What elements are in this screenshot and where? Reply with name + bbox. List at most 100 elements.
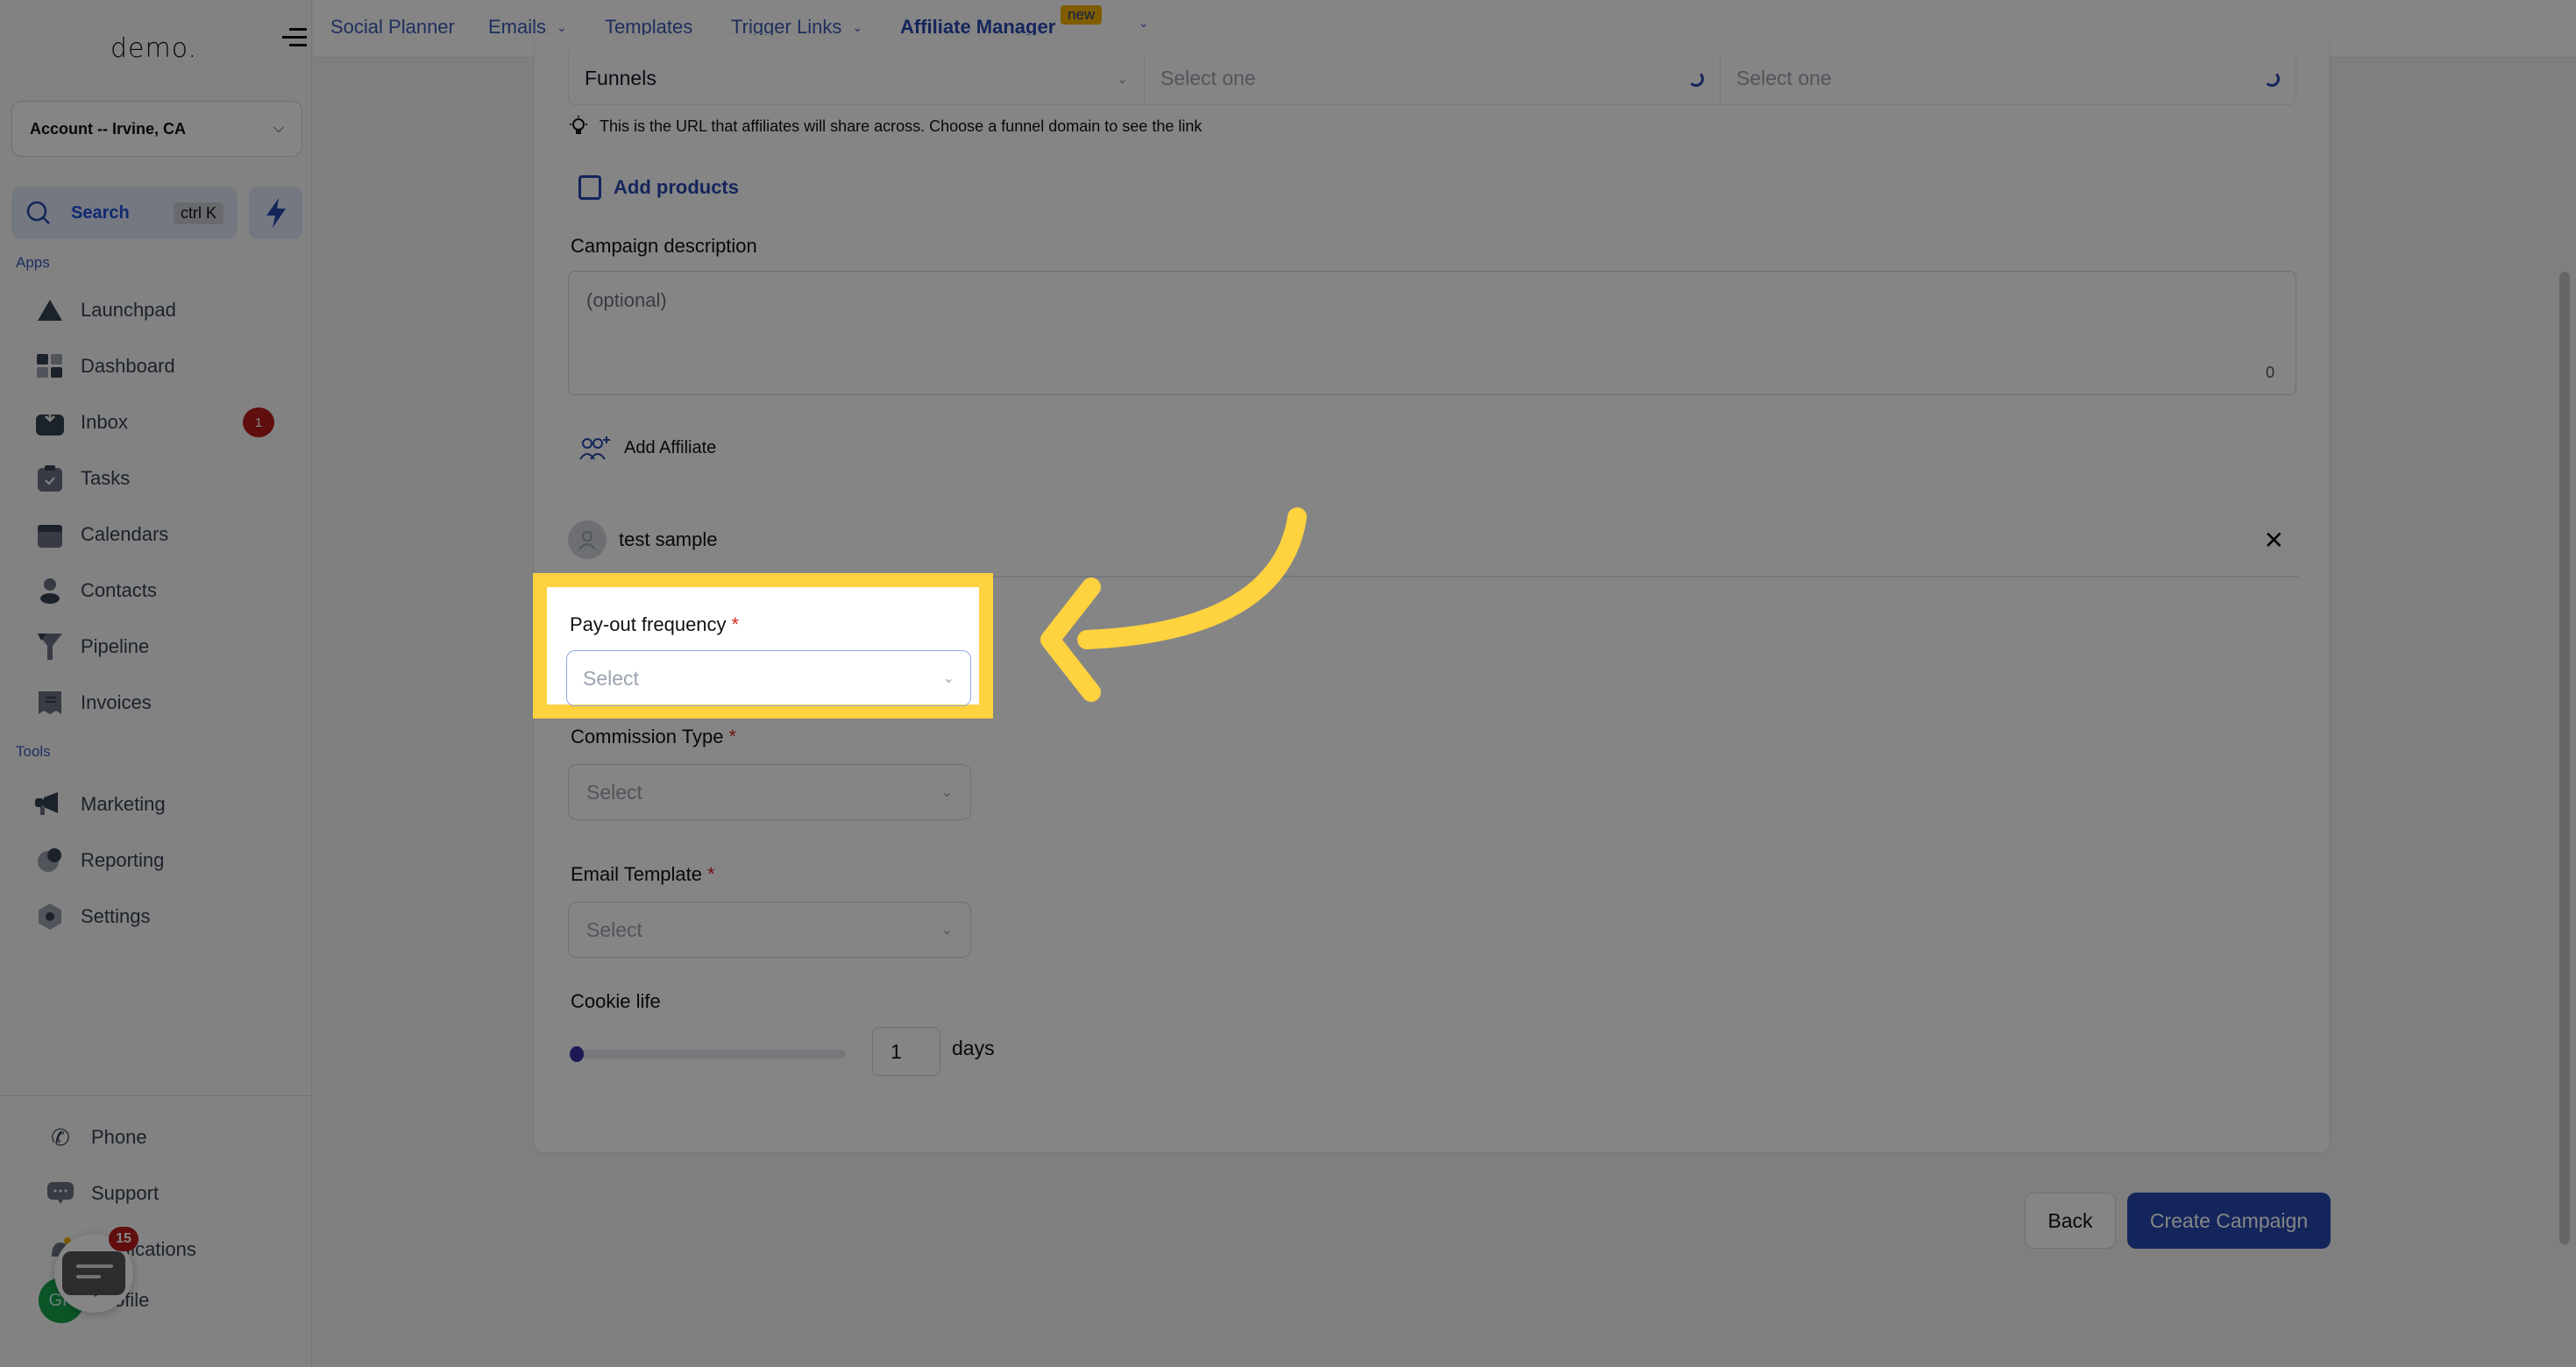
sidebar-item-label: Support <box>91 1182 160 1204</box>
sidebar-item-label: Dashboard <box>81 355 175 377</box>
add-users-icon <box>579 436 610 460</box>
commission-type-select[interactable]: Select ⌄ <box>568 764 971 820</box>
tab-label: Social Planner <box>330 16 455 38</box>
sidebar-item-launchpad[interactable]: Launchpad <box>35 293 176 328</box>
chevron-down-icon: ⌄ <box>940 923 953 938</box>
remove-affiliate-close-icon[interactable]: ✕ <box>2264 526 2284 555</box>
collapse-sidebar-icon[interactable] <box>282 26 307 49</box>
account-switcher[interactable]: Account -- Irvine, CA ⌵ <box>11 101 302 157</box>
loading-spinner-icon <box>1688 70 1704 87</box>
email-template-label-text: Email Template <box>571 863 702 885</box>
sidebar-item-label: Contacts <box>81 579 157 601</box>
search-label: Search <box>71 202 130 223</box>
sidebar-item-tasks[interactable]: Tasks <box>35 461 130 496</box>
lightning-icon <box>266 198 286 228</box>
affiliate-url-builder: Funnels ⌄ Select one Select one <box>568 53 2296 105</box>
sidebar-item-invoices[interactable]: Invoices <box>35 685 152 720</box>
payout-frequency-label-text: Pay-out frequency <box>570 613 727 635</box>
settings-icon <box>35 902 65 931</box>
apps-section-label: Apps <box>16 254 50 271</box>
url-type-value: Funnels <box>585 67 656 89</box>
sidebar-item-label: Invoices <box>81 691 152 713</box>
email-template-label: Email Template * <box>571 863 715 886</box>
sidebar-item-calendars[interactable]: Calendars <box>35 517 168 552</box>
page-scrollbar[interactable] <box>2559 272 2570 1244</box>
required-marker: * <box>707 863 715 885</box>
sidebar-item-label: Settings <box>81 905 151 927</box>
url-hint-text: This is the URL that affiliates will sha… <box>600 117 1203 135</box>
support-icon <box>46 1179 75 1208</box>
loading-spinner-icon <box>2264 70 2280 87</box>
cookie-life-slider[interactable] <box>570 1050 846 1059</box>
char-counter: 0 <box>2265 364 2274 381</box>
cookie-life-label: Cookie life <box>571 990 661 1012</box>
email-template-select[interactable]: Select ⌄ <box>568 902 971 958</box>
payout-frequency-label: Pay-out frequency * <box>570 613 739 636</box>
funnel-page-placeholder: Select one <box>1736 67 1832 89</box>
more-tabs-dropdown[interactable]: ⌄ <box>1128 16 1149 31</box>
sidebar: demo. Account -- Irvine, CA ⌵ Search ctr… <box>0 0 312 1367</box>
highlighted-payout-frequency: Pay-out frequency * Select ⌄ <box>533 573 993 719</box>
megaphone-icon <box>35 790 65 819</box>
sidebar-item-inbox[interactable]: Inbox <box>35 405 128 440</box>
sidebar-divider <box>0 1095 312 1096</box>
campaign-description-label: Campaign description <box>571 235 757 257</box>
sidebar-item-label: Tasks <box>81 467 131 489</box>
reporting-icon <box>35 846 65 875</box>
create-campaign-button[interactable]: Create Campaign <box>2127 1193 2331 1249</box>
sidebar-item-label: Pipeline <box>81 635 150 657</box>
chevron-down-icon: ⌄ <box>852 19 863 34</box>
chat-badge: 15 <box>109 1227 138 1251</box>
url-hint: This is the URL that affiliates will sha… <box>570 116 1202 137</box>
sidebar-item-support[interactable]: Support <box>46 1176 159 1211</box>
phone-icon: ✆ <box>51 1123 70 1151</box>
funnel-page-select[interactable]: Select one <box>1721 53 2296 104</box>
sidebar-item-reporting[interactable]: Reporting <box>35 843 164 878</box>
add-affiliate-button[interactable]: Add Affiliate <box>578 435 716 461</box>
required-marker: * <box>731 613 740 635</box>
commission-type-label: Commission Type * <box>571 726 736 748</box>
tutorial-arrow-icon <box>1040 507 1307 702</box>
search-icon <box>26 201 50 224</box>
search-button[interactable]: Search ctrl K <box>11 187 238 239</box>
cookie-life-value: 1 <box>891 1039 902 1063</box>
cookie-life-days-input[interactable]: 1 <box>872 1027 940 1076</box>
back-button[interactable]: Back <box>2025 1193 2116 1249</box>
invoices-icon <box>35 688 65 718</box>
payout-frequency-placeholder: Select <box>583 666 639 690</box>
add-affiliate-label: Add Affiliate <box>624 437 717 457</box>
tools-section-label: Tools <box>16 743 51 760</box>
sidebar-item-label: Marketing <box>81 793 166 815</box>
cookie-life-slider-handle[interactable] <box>570 1046 584 1062</box>
chevron-down-icon: ⌄ <box>1116 71 1128 87</box>
calendar-icon <box>35 520 65 549</box>
tab-social-planner[interactable]: Social Planner <box>330 16 455 39</box>
affiliate-name: test sample <box>619 528 718 550</box>
sidebar-item-marketing[interactable]: Marketing <box>35 787 166 822</box>
add-products-button[interactable]: Add products <box>578 175 739 200</box>
payout-frequency-select[interactable]: Select ⌄ <box>566 650 971 706</box>
sidebar-item-label: Reporting <box>81 849 165 871</box>
email-template-placeholder: Select <box>586 917 642 941</box>
tasks-icon <box>35 464 65 493</box>
sidebar-item-settings[interactable]: Settings <box>35 899 151 934</box>
sidebar-item-label: Inbox <box>81 411 128 433</box>
url-type-select[interactable]: Funnels ⌄ <box>569 53 1145 104</box>
funnel-domain-placeholder: Select one <box>1160 67 1256 89</box>
funnel-domain-select[interactable]: Select one <box>1145 53 1721 104</box>
user-avatar-icon <box>568 521 607 559</box>
campaign-description-placeholder: (optional) <box>586 289 667 311</box>
inbox-icon <box>35 407 65 437</box>
pipeline-icon <box>35 632 65 662</box>
sidebar-item-contacts[interactable]: Contacts <box>35 573 157 608</box>
campaign-description-input[interactable]: (optional) 0 <box>568 271 2296 395</box>
affiliate-list-item: test sample ✕ <box>568 504 2298 577</box>
sidebar-item-phone[interactable]: ✆ Phone <box>46 1120 147 1155</box>
sidebar-item-pipeline[interactable]: Pipeline <box>35 629 149 664</box>
logo: demo. <box>110 33 198 64</box>
account-name: Account -- Irvine, CA <box>30 119 187 138</box>
launchpad-icon <box>35 295 65 325</box>
quick-actions-button[interactable] <box>249 187 302 239</box>
contacts-icon <box>35 576 65 606</box>
sidebar-item-dashboard[interactable]: Dashboard <box>35 349 175 384</box>
